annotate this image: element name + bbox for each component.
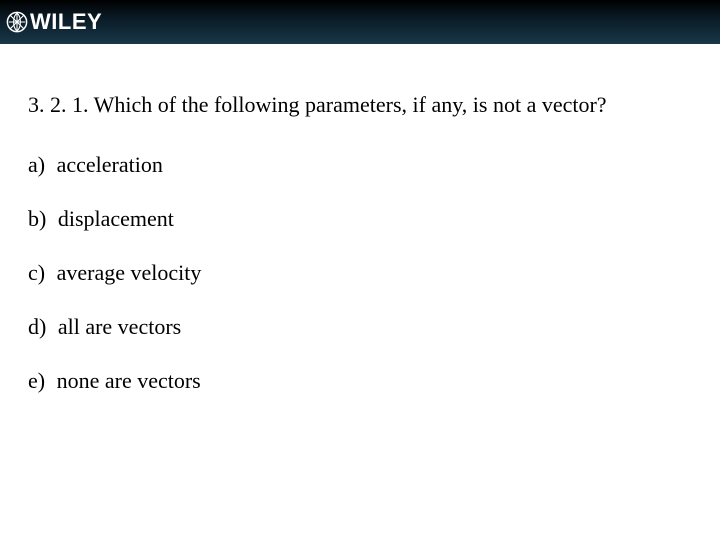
option-c: c) average velocity: [28, 260, 692, 286]
option-text: average velocity: [57, 260, 202, 285]
brand-text: WILEY: [30, 9, 102, 35]
option-text: all are vectors: [58, 314, 181, 339]
brand-logo: WILEY: [6, 9, 102, 35]
slide-header: WILEY: [0, 0, 720, 44]
question-text: 3. 2. 1. Which of the following paramete…: [28, 92, 692, 118]
slide-content: 3. 2. 1. Which of the following paramete…: [0, 44, 720, 394]
question-number: 3. 2. 1.: [28, 92, 89, 117]
option-label: c): [28, 260, 45, 285]
option-text: displacement: [58, 206, 174, 231]
option-a: a) acceleration: [28, 152, 692, 178]
question-body: Which of the following parameters, if an…: [94, 92, 607, 117]
option-b: b) displacement: [28, 206, 692, 232]
option-e: e) none are vectors: [28, 368, 692, 394]
option-label: b): [28, 206, 46, 231]
option-label: e): [28, 368, 45, 393]
option-label: a): [28, 152, 45, 177]
option-text: acceleration: [57, 152, 163, 177]
option-text: none are vectors: [57, 368, 201, 393]
wiley-mark-icon: [6, 11, 28, 33]
option-d: d) all are vectors: [28, 314, 692, 340]
option-label: d): [28, 314, 46, 339]
